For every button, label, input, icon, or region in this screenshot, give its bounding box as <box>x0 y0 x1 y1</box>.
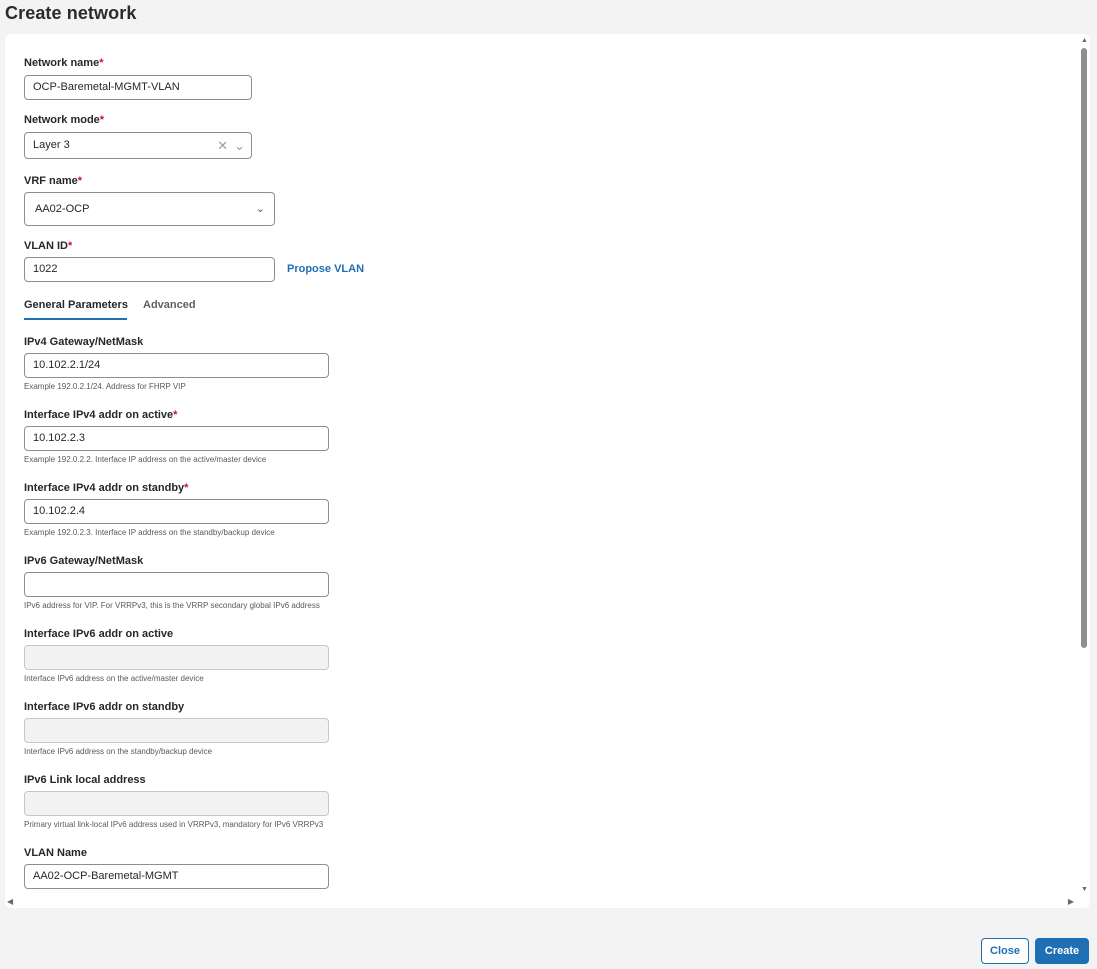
ipv4-gateway-hint: Example 192.0.2.1/24. Address for FHRP V… <box>24 382 186 391</box>
vlan-name-input[interactable]: AA02-OCP-Baremetal-MGMT <box>24 864 329 889</box>
ipv6-gateway-input[interactable] <box>24 572 329 597</box>
ipv4-standby-input[interactable]: 10.102.2.4 <box>24 499 329 524</box>
vertical-scrollbar-thumb[interactable] <box>1081 48 1087 648</box>
required-marker: * <box>68 240 73 252</box>
network-name-label: Network name* <box>24 57 104 69</box>
ipv4-standby-label: Interface IPv4 addr on standby* <box>24 482 189 494</box>
required-marker: * <box>77 175 83 187</box>
vrf-name-select[interactable]: AA02-OCP ⌄ <box>24 192 275 226</box>
ipv4-gateway-label: IPv4 Gateway/NetMask <box>24 336 144 348</box>
required-marker: * <box>99 57 104 69</box>
required-marker: * <box>173 409 178 421</box>
ipv6-standby-label: Interface IPv6 addr on standby <box>24 701 185 713</box>
ipv6-gateway-label: IPv6 Gateway/NetMask <box>24 555 144 567</box>
vrf-name-label: VRF name* <box>24 175 83 187</box>
ipv6-active-input <box>24 645 329 670</box>
active-tab-indicator <box>24 318 127 320</box>
ipv6-link-local-input <box>24 791 329 816</box>
ipv4-standby-hint: Example 192.0.2.3. Interface IP address … <box>24 528 275 537</box>
create-network-form-panel: Network name* OCP-Baremetal-MGMT-VLAN Ne… <box>5 34 1090 908</box>
network-mode-select[interactable]: Layer 3 ✕ ⌄ <box>24 132 252 159</box>
horizontal-scrollbar[interactable]: ◀ ▶ <box>5 896 1078 908</box>
page-title: Create network <box>5 3 137 23</box>
ipv4-active-label: Interface IPv4 addr on active* <box>24 409 178 421</box>
required-marker: * <box>99 114 105 126</box>
form-scroll-area: Network name* OCP-Baremetal-MGMT-VLAN Ne… <box>5 34 1078 896</box>
network-mode-value: Layer 3 <box>33 139 70 151</box>
ipv4-active-input[interactable]: 10.102.2.3 <box>24 426 329 451</box>
ipv6-active-label: Interface IPv6 addr on active <box>24 628 174 640</box>
vertical-scrollbar[interactable]: ▲ ▼ <box>1078 34 1090 896</box>
ipv6-active-hint: Interface IPv6 address on the active/mas… <box>24 674 204 683</box>
ipv6-link-local-label: IPv6 Link local address <box>24 774 146 786</box>
network-name-input[interactable]: OCP-Baremetal-MGMT-VLAN <box>24 75 252 100</box>
required-marker: * <box>184 482 189 494</box>
scroll-left-arrow-icon[interactable]: ◀ <box>7 897 13 906</box>
vrf-name-value: AA02-OCP <box>35 203 90 215</box>
vlan-name-label: VLAN Name <box>24 847 87 859</box>
scroll-down-arrow-icon[interactable]: ▼ <box>1081 886 1088 893</box>
vlan-id-label: VLAN ID* <box>24 240 73 252</box>
ipv6-link-local-hint: Primary virtual link-local IPv6 address … <box>24 820 324 829</box>
close-button[interactable]: Close <box>981 938 1029 964</box>
scroll-right-arrow-icon[interactable]: ▶ <box>1068 897 1074 906</box>
vlan-id-input[interactable]: 1022 <box>24 257 275 282</box>
close-icon[interactable]: ✕ <box>217 138 228 153</box>
ipv6-standby-hint: Interface IPv6 address on the standby/ba… <box>24 747 213 756</box>
ipv4-active-hint: Example 192.0.2.2. Interface IP address … <box>24 455 267 464</box>
chevron-down-icon[interactable]: ⌄ <box>234 138 245 153</box>
ipv6-gateway-hint: IPv6 address for VIP. For VRRPv3, this i… <box>24 601 320 610</box>
scroll-up-arrow-icon[interactable]: ▲ <box>1081 37 1088 44</box>
propose-vlan-link[interactable]: Propose VLAN <box>287 263 364 275</box>
tab-advanced[interactable]: Advanced <box>143 299 196 311</box>
ipv6-standby-input <box>24 718 329 743</box>
network-mode-label: Network mode* <box>24 114 105 126</box>
chevron-down-icon: ⌄ <box>255 203 265 215</box>
create-button[interactable]: Create <box>1035 938 1089 964</box>
ipv4-gateway-input[interactable]: 10.102.2.1/24 <box>24 353 329 378</box>
tab-general-parameters[interactable]: General Parameters <box>24 299 128 311</box>
